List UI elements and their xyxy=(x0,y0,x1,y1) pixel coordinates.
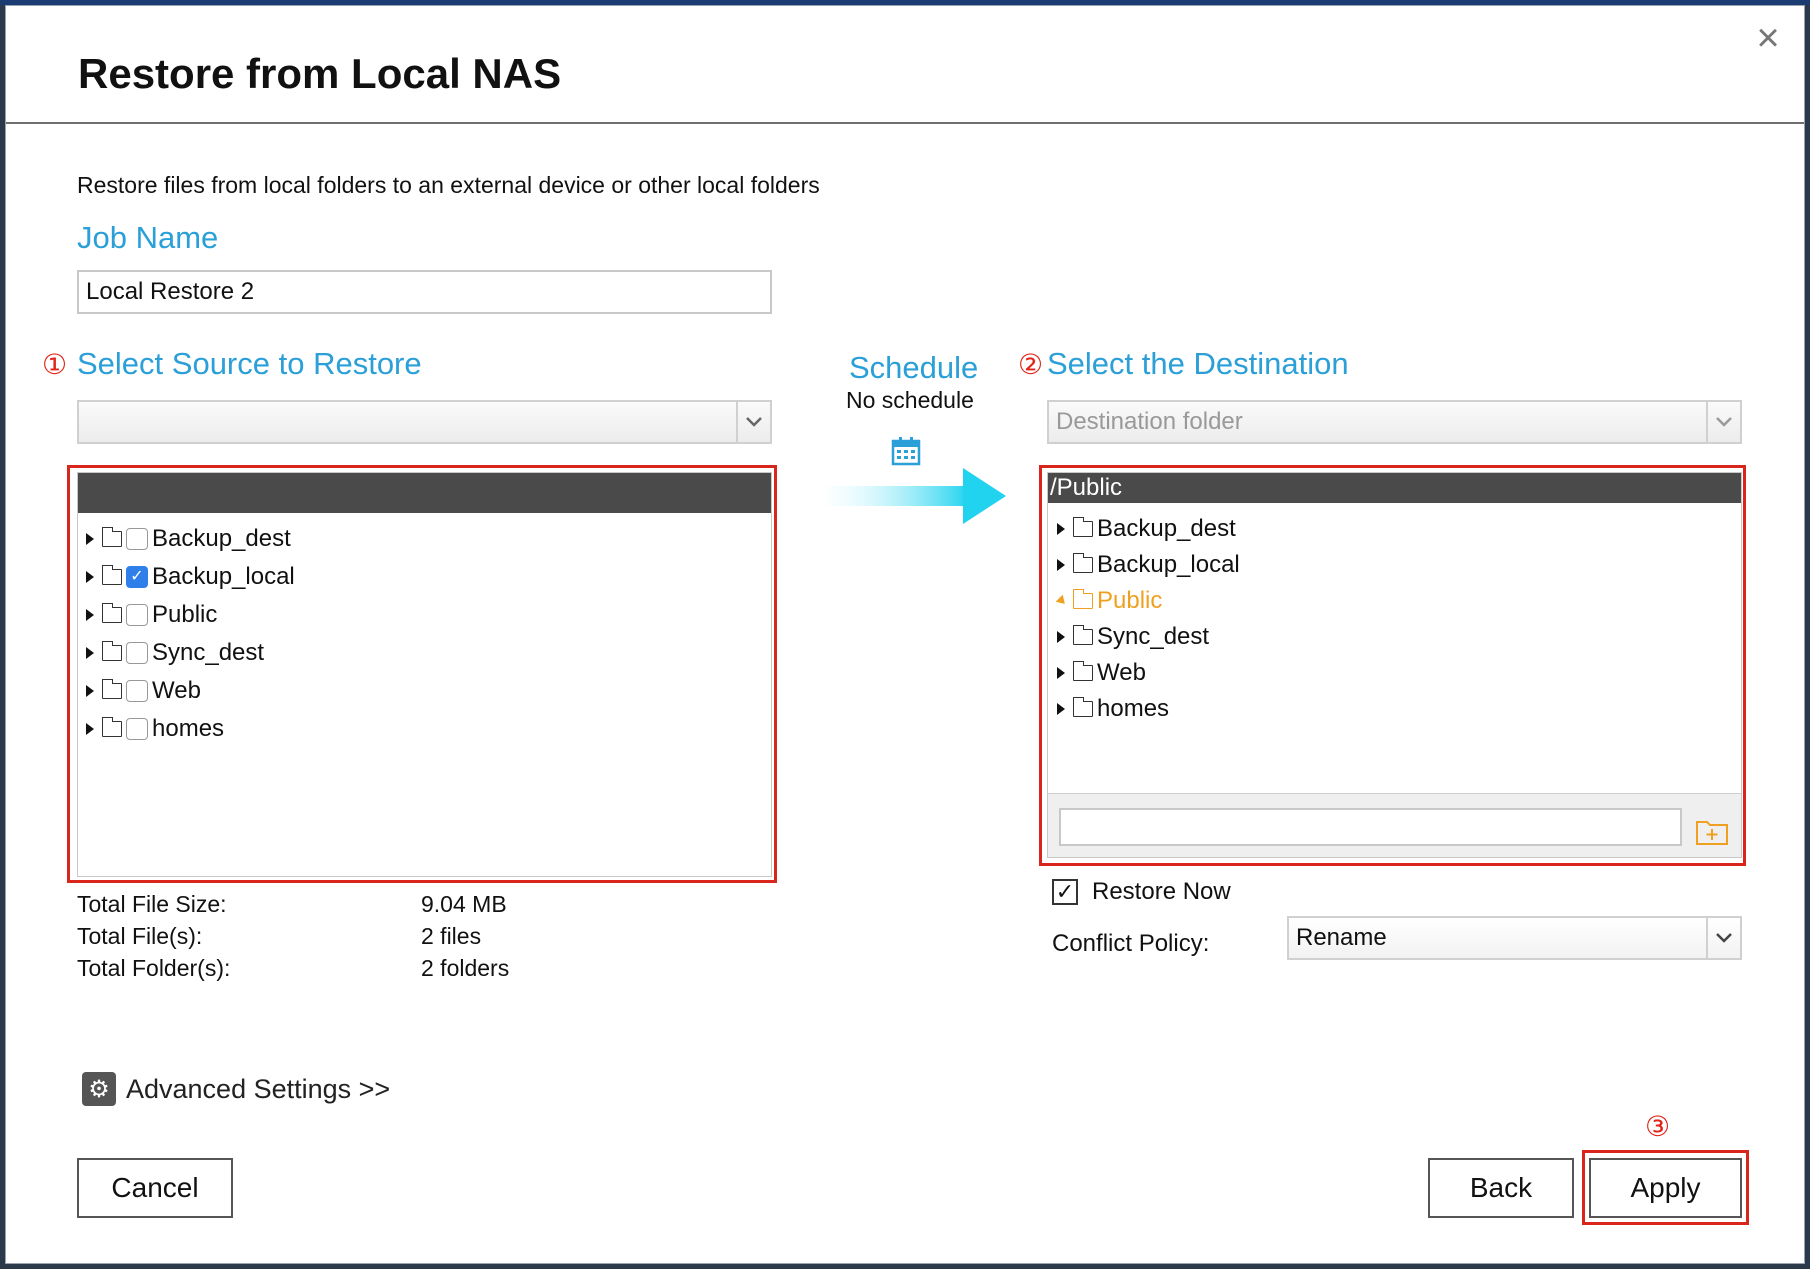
restore-now-option[interactable]: ✓ Restore Now xyxy=(1052,878,1231,906)
folder-open-icon xyxy=(1072,589,1093,609)
expand-arrow-icon[interactable] xyxy=(1057,667,1065,679)
destination-tree-item[interactable]: homes xyxy=(1057,692,1169,726)
source-tree-header xyxy=(78,473,771,513)
back-button[interactable]: Back xyxy=(1428,1158,1574,1218)
stat-label: Total File(s): xyxy=(77,923,203,949)
destination-tree-item[interactable]: Backup_dest xyxy=(1057,512,1236,546)
destination-select[interactable]: Destination folder xyxy=(1047,400,1742,444)
stat-value: 2 files xyxy=(421,923,482,949)
source-checkbox[interactable] xyxy=(126,718,148,740)
source-checkbox[interactable] xyxy=(126,642,148,664)
new-folder-icon[interactable] xyxy=(1695,816,1729,846)
apply-button[interactable]: Apply xyxy=(1589,1158,1742,1218)
flow-arrow-icon xyxy=(828,468,1006,524)
source-tree-item[interactable]: Sync_dest xyxy=(86,636,264,670)
destination-path-header: /Public xyxy=(1048,473,1741,503)
restore-dialog: Restore from Local NAS × Restore files f… xyxy=(5,5,1805,1264)
folder-icon xyxy=(101,717,122,737)
expand-arrow-icon[interactable] xyxy=(86,723,94,735)
destination-item-label: homes xyxy=(1097,695,1170,722)
expand-arrow-icon[interactable] xyxy=(1057,631,1065,643)
folder-icon xyxy=(1072,697,1093,717)
advanced-settings-link[interactable]: ⚙ Advanced Settings >> xyxy=(82,1072,390,1106)
folder-icon xyxy=(101,527,122,547)
folder-icon xyxy=(1072,553,1093,573)
expand-arrow-icon[interactable] xyxy=(1057,559,1065,571)
folder-icon xyxy=(1072,625,1093,645)
cancel-button[interactable]: Cancel xyxy=(77,1158,233,1218)
expand-arrow-icon[interactable] xyxy=(86,685,94,697)
dialog-title: Restore from Local NAS xyxy=(78,50,562,97)
stat-value: 9.04 MB xyxy=(421,891,507,917)
expand-arrow-icon[interactable] xyxy=(86,647,94,659)
collapse-arrow-icon[interactable] xyxy=(1055,594,1069,608)
source-item-label: Backup_dest xyxy=(152,525,291,552)
source-checkbox[interactable] xyxy=(126,680,148,702)
new-folder-input[interactable] xyxy=(1059,808,1682,846)
conflict-policy-label: Conflict Policy: xyxy=(1052,930,1210,957)
destination-tree-item-selected[interactable]: Public xyxy=(1055,584,1163,618)
source-item-label: Backup_local xyxy=(152,563,295,590)
source-item-label: Public xyxy=(152,601,218,628)
expand-arrow-icon[interactable] xyxy=(1057,523,1065,535)
source-item-label: homes xyxy=(152,715,225,742)
conflict-policy-value: Rename xyxy=(1296,924,1387,951)
source-tree-item[interactable]: ✓ Backup_local xyxy=(86,560,295,594)
source-item-label: Web xyxy=(152,677,201,704)
source-tree-item[interactable]: Web xyxy=(86,674,201,708)
destination-item-label: Sync_dest xyxy=(1097,623,1210,650)
folder-icon xyxy=(101,641,122,661)
source-item-label: Sync_dest xyxy=(152,639,265,666)
destination-item-label: Web xyxy=(1097,659,1146,686)
stat-label: Total File Size: xyxy=(77,891,227,917)
advanced-settings-label: Advanced Settings >> xyxy=(126,1073,391,1104)
stat-value: 2 folders xyxy=(421,955,510,981)
destination-item-label: Public xyxy=(1097,587,1163,614)
source-checkbox[interactable] xyxy=(126,604,148,626)
schedule-value: No schedule xyxy=(846,387,974,413)
destination-tree-item[interactable]: Backup_local xyxy=(1057,548,1240,582)
stat-label: Total Folder(s): xyxy=(77,955,231,981)
restore-now-label: Restore Now xyxy=(1092,878,1231,905)
job-name-heading: Job Name xyxy=(77,220,219,255)
gear-icon: ⚙ xyxy=(82,1072,116,1106)
step-1-marker: ① xyxy=(42,349,68,380)
step-2-marker: ② xyxy=(1018,349,1044,380)
source-tree-item[interactable]: Public xyxy=(86,598,217,632)
chevron-down-icon[interactable] xyxy=(1706,402,1740,442)
source-select[interactable] xyxy=(77,400,772,444)
close-icon[interactable]: × xyxy=(1750,18,1786,58)
source-heading: Select Source to Restore xyxy=(77,346,422,381)
source-tree-item[interactable]: homes xyxy=(86,712,224,746)
destination-item-label: Backup_dest xyxy=(1097,515,1236,542)
step-3-marker: ③ xyxy=(1645,1111,1671,1142)
expand-arrow-icon[interactable] xyxy=(86,533,94,545)
destination-item-label: Backup_local xyxy=(1097,551,1240,578)
source-checkbox-checked[interactable]: ✓ xyxy=(126,566,148,588)
restore-now-checkbox[interactable]: ✓ xyxy=(1052,879,1078,905)
conflict-policy-select[interactable]: Rename xyxy=(1287,916,1742,960)
dialog-description: Restore files from local folders to an e… xyxy=(77,172,820,198)
expand-arrow-icon[interactable] xyxy=(86,571,94,583)
chevron-down-icon[interactable] xyxy=(1706,918,1740,958)
folder-icon xyxy=(1072,661,1093,681)
header-divider xyxy=(6,122,1804,124)
expand-arrow-icon[interactable] xyxy=(1057,703,1065,715)
source-tree-item[interactable]: Backup_dest xyxy=(86,522,291,556)
folder-icon xyxy=(101,565,122,585)
destination-tree-item[interactable]: Sync_dest xyxy=(1057,620,1209,654)
calendar-icon[interactable] xyxy=(891,436,921,466)
schedule-heading[interactable]: Schedule xyxy=(849,350,978,386)
folder-icon xyxy=(101,679,122,699)
chevron-down-icon[interactable] xyxy=(736,402,770,442)
source-checkbox[interactable] xyxy=(126,528,148,550)
expand-arrow-icon[interactable] xyxy=(86,609,94,621)
job-name-input[interactable]: Local Restore 2 xyxy=(77,270,772,314)
folder-icon xyxy=(101,603,122,623)
destination-heading: Select the Destination xyxy=(1047,346,1349,381)
folder-icon xyxy=(1072,517,1093,537)
destination-select-placeholder: Destination folder xyxy=(1056,408,1243,435)
destination-tree-item[interactable]: Web xyxy=(1057,656,1146,690)
